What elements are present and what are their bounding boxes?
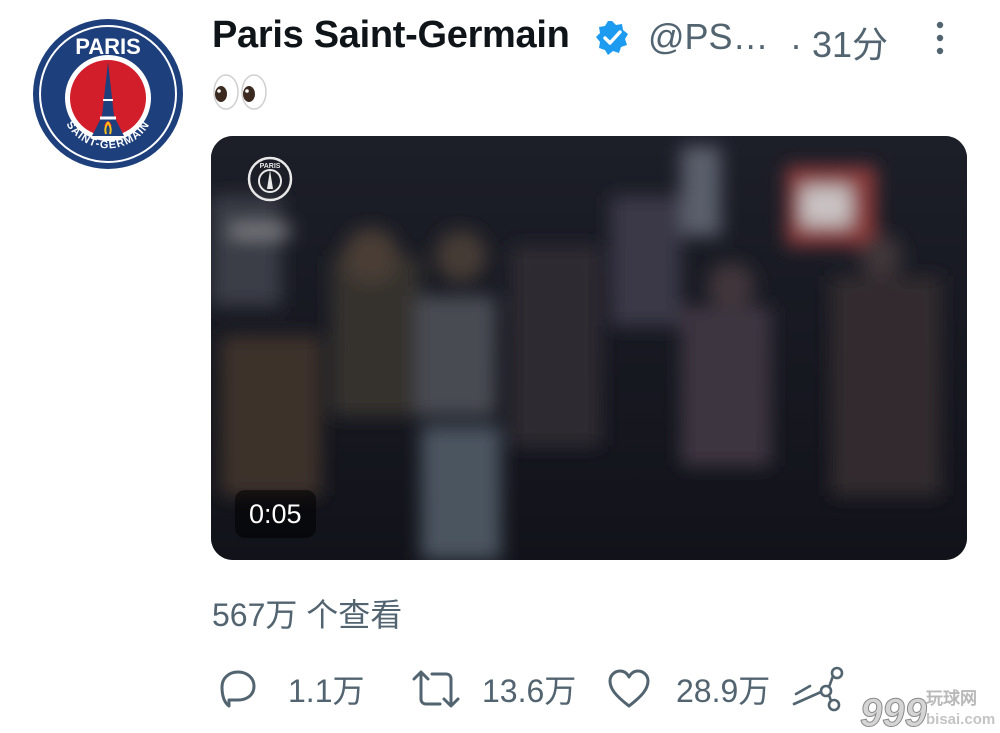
retweet-icon [412,670,460,708]
eyes-emoji-icon [213,74,267,110]
verified-badge-icon [596,21,628,55]
like-count: 28.9万 [676,673,771,709]
retweet-button[interactable]: 13.6万 [410,664,576,714]
retweet-count: 13.6万 [482,673,577,709]
view-count: 567万 个查看 [212,597,403,633]
share-icon [792,666,844,712]
heart-icon [608,669,650,708]
tweet-timestamp[interactable]: · 31分 [790,16,888,68]
video-thumbnail [211,136,967,560]
reply-icon [220,670,256,708]
author-avatar[interactable]: PARIS SAINT-GERMAIN [32,18,184,170]
psg-watermark-icon: PARIS [247,156,293,202]
author-name[interactable]: Paris Saint-Germain [212,14,570,57]
watermark-number: 999 [860,691,927,733]
video-logo-text: PARIS [260,163,281,170]
reply-button[interactable]: 1.1万 [216,664,365,714]
video-duration: 0:05 [235,490,316,538]
more-options-icon[interactable] [930,18,950,58]
like-button[interactable]: 28.9万 [606,664,770,714]
psg-crest-icon: PARIS SAINT-GERMAIN [33,19,183,169]
video-player[interactable]: PARIS 0:05 [211,136,967,560]
share-button[interactable] [790,664,848,714]
site-watermark-icon: 999 玩球网 bisai.com [860,689,996,733]
reply-count: 1.1万 [288,673,365,709]
svg-text:PARIS: PARIS [75,34,141,59]
author-handle[interactable]: @PS… [648,16,769,58]
watermark-cn: 玩球网 [926,689,977,709]
tweet-header: Paris Saint-Germain @PS… · 31分 [212,14,972,65]
watermark-domain: bisai.com [926,711,995,728]
